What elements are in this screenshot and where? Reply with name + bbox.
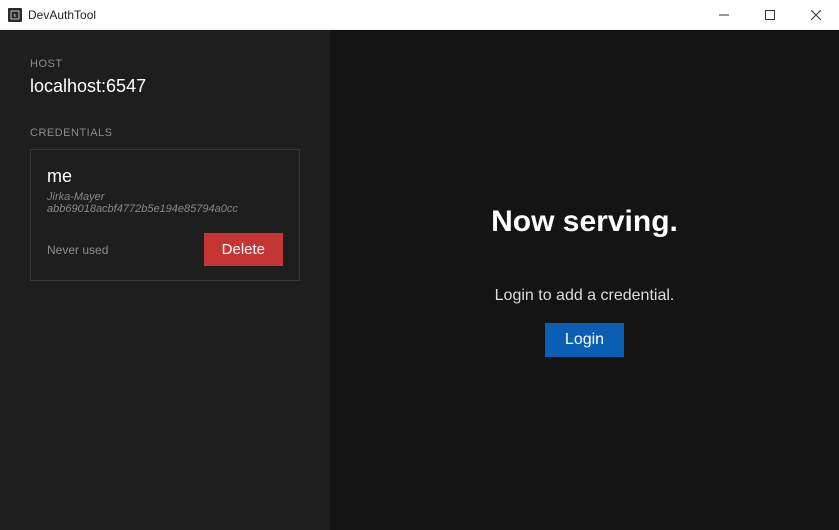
credentials-label: CREDENTIALS — [30, 127, 300, 139]
sidebar: HOST localhost:6547 CREDENTIALS me Jirka… — [0, 30, 330, 530]
titlebar-left: E DevAuthTool — [8, 8, 96, 22]
credential-card[interactable]: me Jirka-Mayer abb69018acbf4772b5e194e85… — [30, 149, 300, 281]
window-controls — [701, 0, 839, 30]
main-heading: Now serving. — [491, 205, 678, 239]
app-icon: E — [8, 8, 22, 22]
main-panel: Now serving. Login to add a credential. … — [330, 30, 839, 530]
minimize-button[interactable] — [701, 0, 747, 30]
titlebar: E DevAuthTool — [0, 0, 839, 30]
titlebar-title: DevAuthTool — [28, 8, 96, 22]
host-label: HOST — [30, 58, 300, 70]
host-value: localhost:6547 — [30, 76, 300, 97]
login-button[interactable]: Login — [545, 323, 624, 357]
credential-user: Jirka-Mayer — [47, 191, 283, 203]
close-button[interactable] — [793, 0, 839, 30]
maximize-button[interactable] — [747, 0, 793, 30]
credential-footer: Never used Delete — [47, 233, 283, 266]
delete-button[interactable]: Delete — [204, 233, 283, 266]
app-body: HOST localhost:6547 CREDENTIALS me Jirka… — [0, 30, 839, 530]
svg-text:E: E — [14, 12, 17, 17]
credential-hash: abb69018acbf4772b5e194e85794a0cc — [47, 203, 283, 215]
credential-name: me — [47, 166, 283, 187]
main-subtext: Login to add a credential. — [495, 287, 675, 305]
credential-status: Never used — [47, 243, 108, 257]
